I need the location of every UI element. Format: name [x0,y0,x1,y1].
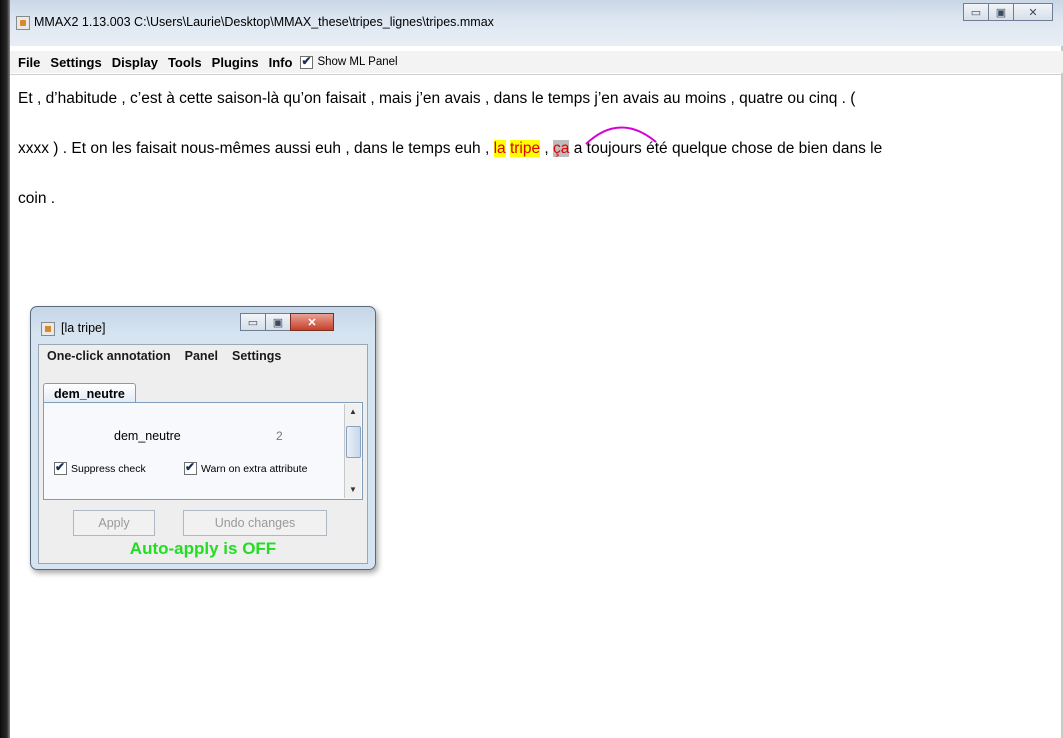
text-line-2[interactable]: xxxx ) . Et on les faisait nous-mêmes au… [18,140,882,158]
annotation-menubar: One-click annotation Panel Settings [39,345,367,367]
main-title-bar: MMAX2 1.13.003 C:\Users\Laurie\Desktop\M… [10,0,1063,46]
markable-tripe[interactable]: tripe [509,140,541,157]
attribute-name-label: dem_neutre [114,429,181,443]
left-window-edge [0,0,10,738]
vertical-scrollbar[interactable]: ▲ ▼ [344,404,361,498]
relation-arc [585,126,657,145]
auto-apply-status: Auto-apply is OFF [129,539,277,558]
markable-la[interactable]: la [493,140,506,157]
menu-tools[interactable]: Tools [168,55,202,70]
comma-separator: , [540,140,554,157]
menu-one-click-annotation[interactable]: One-click annotation [47,349,171,363]
java-app-icon [41,322,55,336]
attribute-value[interactable]: 2 [276,429,283,443]
markable-ca[interactable]: ça [553,140,570,157]
annotation-window-controls: ▭ ▣ ✕ [240,313,334,331]
menubar-divider [10,74,1063,75]
menu-plugins[interactable]: Plugins [212,55,259,70]
menu-info[interactable]: Info [269,55,293,70]
minimize-button[interactable]: ▭ [963,3,989,21]
text-line-1[interactable]: Et , d’habitude , c’est à cette saison-l… [18,90,855,108]
suppress-check-option[interactable]: Suppress check [54,460,146,475]
show-ml-panel-toggle[interactable]: Show ML Panel [300,54,398,69]
attribute-panel: dem_neutre 2 Suppress check Warn on extr… [43,402,363,500]
annotation-panel-body: One-click annotation Panel Settings dem_… [38,344,368,564]
window-controls: ▭ ▣ ✕ [963,3,1053,21]
suppress-check-label: Suppress check [71,462,146,475]
window-title: MMAX2 1.13.003 C:\Users\Laurie\Desktop\M… [34,15,494,29]
scroll-thumb[interactable] [346,426,361,458]
warn-extra-attribute-checkbox[interactable] [184,460,197,475]
java-app-icon [16,16,30,30]
menu-display[interactable]: Display [112,55,158,70]
menu-settings[interactable]: Settings [232,349,281,363]
scroll-down-icon[interactable]: ▼ [345,482,361,498]
warn-extra-attribute-option[interactable]: Warn on extra attribute [184,460,308,475]
maximize-button[interactable]: ▣ [265,313,291,331]
main-menubar: File Settings Display Tools Plugins Info… [10,51,1063,73]
text-line-3[interactable]: coin . [18,190,55,208]
suppress-check-checkbox[interactable] [54,460,67,475]
close-button[interactable]: ✕ [290,313,334,331]
annotation-window-title: [la tripe] [61,321,106,335]
tab-dem-neutre[interactable]: dem_neutre [43,383,136,404]
menu-settings[interactable]: Settings [50,55,101,70]
maximize-button[interactable]: ▣ [988,3,1014,21]
scroll-up-icon[interactable]: ▲ [345,404,361,420]
show-ml-panel-checkbox[interactable] [300,54,314,69]
menu-file[interactable]: File [18,55,40,70]
show-ml-panel-label: Show ML Panel [317,56,398,68]
warn-extra-attribute-label: Warn on extra attribute [201,462,308,475]
apply-button[interactable]: Apply [73,510,155,536]
text-before-markable: xxxx ) . Et on les faisait nous-mêmes au… [18,140,494,157]
annotation-window: [la tripe] ▭ ▣ ✕ One-click annotation Pa… [30,306,376,570]
minimize-button[interactable]: ▭ [240,313,266,331]
close-button[interactable]: ✕ [1013,3,1053,21]
menu-panel[interactable]: Panel [185,349,218,363]
undo-changes-button[interactable]: Undo changes [183,510,327,536]
